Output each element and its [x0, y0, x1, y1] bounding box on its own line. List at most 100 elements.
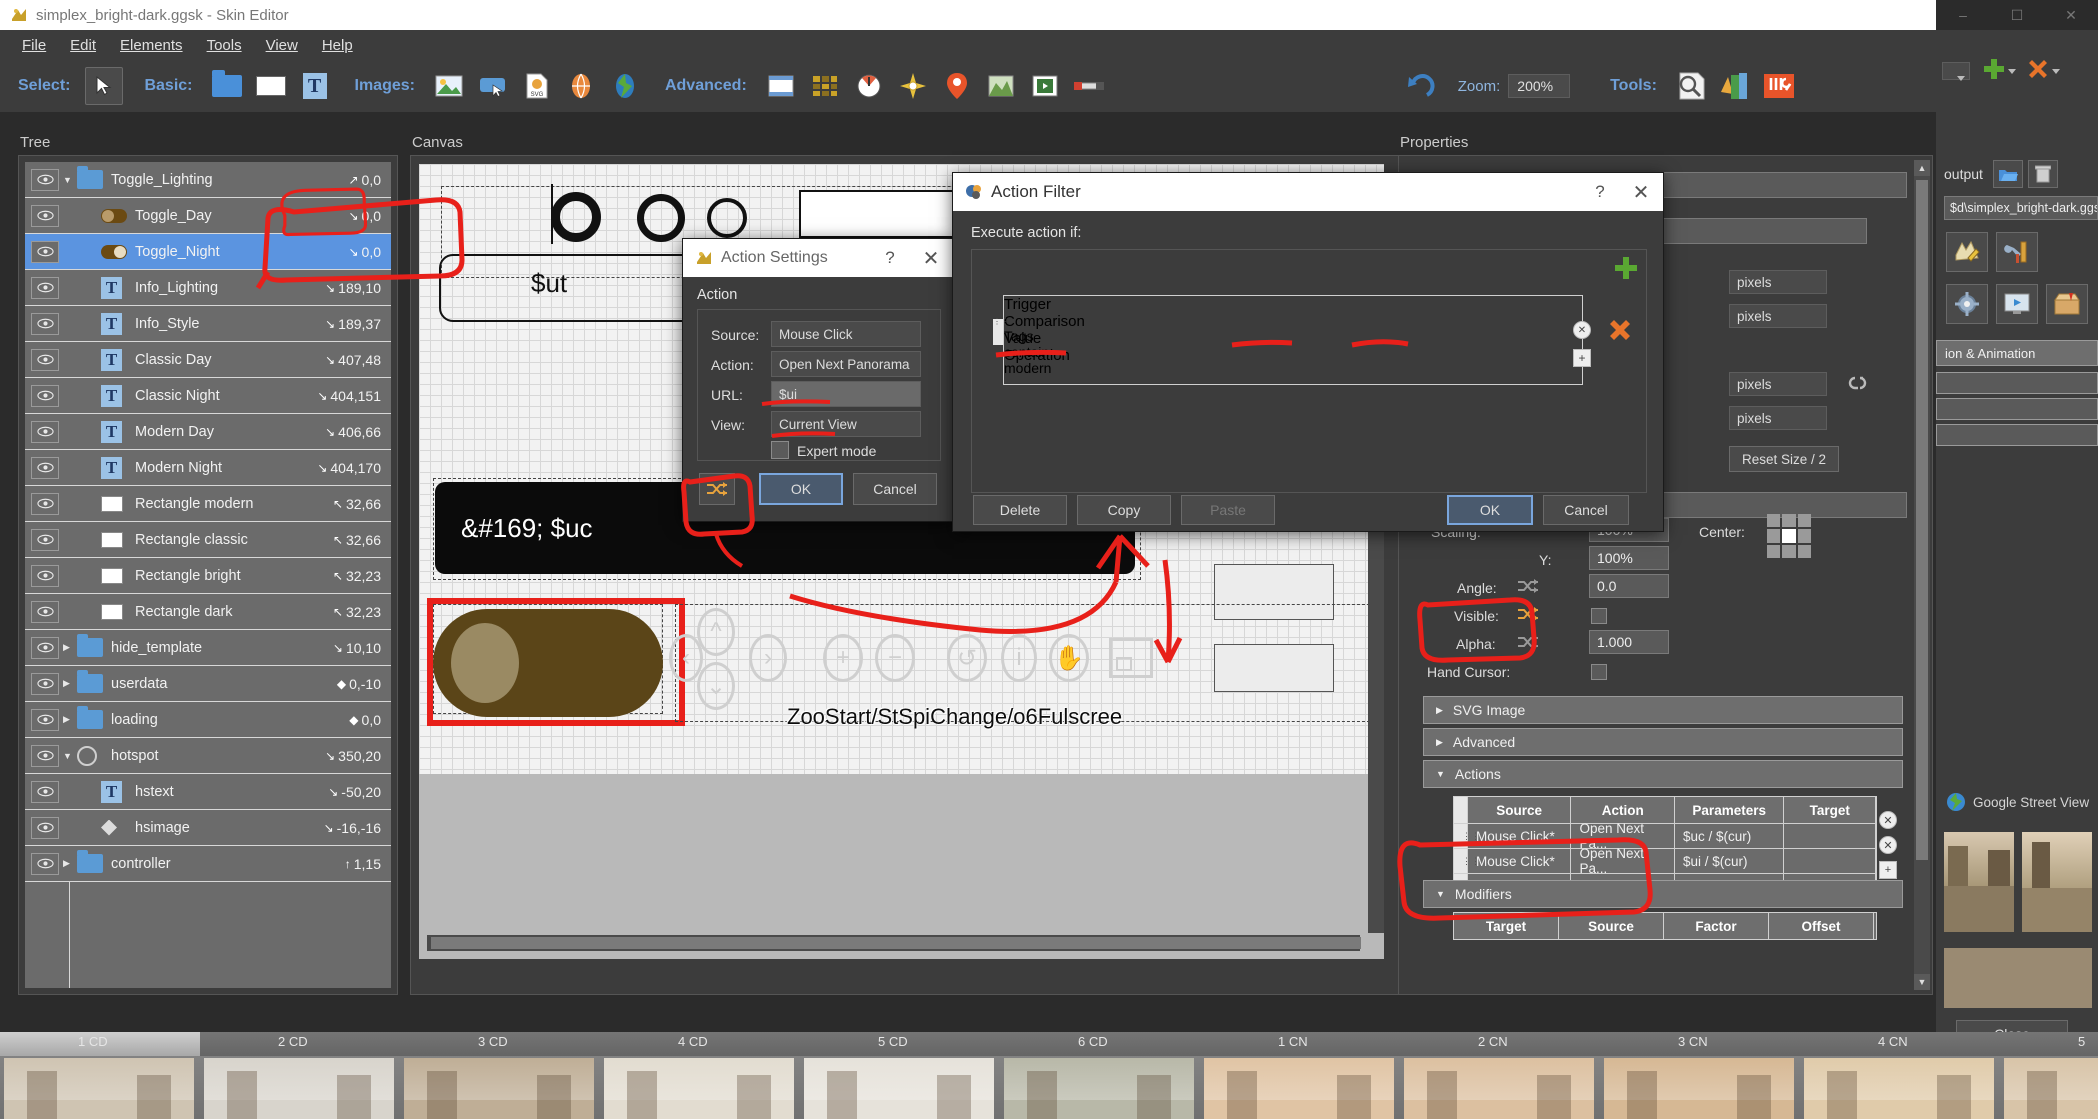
- visibility-toggle-icon[interactable]: [31, 528, 59, 551]
- visibility-toggle-icon[interactable]: [31, 816, 59, 839]
- zoom-value[interactable]: 200%: [1508, 74, 1571, 98]
- visibility-toggle-icon[interactable]: [31, 312, 59, 335]
- remove-x-icon[interactable]: [2026, 57, 2050, 86]
- visibility-toggle-icon[interactable]: [31, 672, 59, 695]
- filmstrip-tick[interactable]: 1 CD: [78, 1034, 108, 1049]
- section-advanced[interactable]: ▶ Advanced: [1423, 728, 1903, 756]
- close-icon[interactable]: ✕: [1619, 180, 1663, 205]
- right-dropdown[interactable]: [1942, 62, 1970, 81]
- delete-action-icon-1[interactable]: ✕: [1879, 811, 1897, 829]
- chevron-down-icon[interactable]: [2008, 68, 2016, 74]
- scroll-down-arrow[interactable]: ▼: [1914, 974, 1930, 990]
- anchor-grid[interactable]: [1767, 514, 1811, 558]
- scroll-up-arrow[interactable]: ▲: [1914, 160, 1930, 176]
- filter-cancel-button[interactable]: Cancel: [1543, 495, 1629, 525]
- menu-tools[interactable]: Tools: [195, 34, 254, 57]
- actions-cell-parameters[interactable]: $ui / $(cur): [1675, 849, 1785, 873]
- visibility-toggle-icon[interactable]: [31, 852, 59, 875]
- folder-icon[interactable]: [208, 67, 246, 105]
- info-icon[interactable]: i: [1001, 634, 1037, 682]
- visibility-toggle-icon[interactable]: [31, 636, 59, 659]
- link-icon[interactable]: [1847, 372, 1871, 399]
- filmstrip-thumbnail[interactable]: [1404, 1058, 1594, 1119]
- section-animation[interactable]: ion & Animation: [1936, 340, 2098, 366]
- actions-row[interactable]: ⋮⋮ Mouse Click* Open Next Pa... $ui / $(cur…: [1454, 846, 1876, 876]
- canvas-hscrollbar[interactable]: [427, 935, 1361, 951]
- filmstrip-thumbnail[interactable]: [2004, 1058, 2098, 1119]
- filmstrip-tick[interactable]: 4 CD: [678, 1034, 708, 1049]
- filter-row[interactable]: Tags contain modern: [1004, 328, 1582, 376]
- expand-caret-icon[interactable]: ▶: [63, 678, 77, 689]
- button-icon[interactable]: [474, 67, 512, 105]
- tree-row-toggle-day[interactable]: Toggle_Day ↘ 0,0: [25, 198, 391, 234]
- filmstrip-thumbnail[interactable]: [1604, 1058, 1794, 1119]
- tree-row-hide-template[interactable]: ▶ hide_template ↘ 10,10: [25, 630, 391, 666]
- expand-caret-icon[interactable]: ▼: [63, 175, 77, 185]
- filmstrip-thumbnail[interactable]: [4, 1058, 194, 1119]
- undo-icon[interactable]: [1401, 67, 1439, 105]
- action-combo[interactable]: Open Next Panorama: [771, 351, 921, 377]
- compass-icon[interactable]: [894, 67, 932, 105]
- filmstrip-ruler[interactable]: 1 CD 2 CD 3 CD 4 CD 5 CD 6 CD 1 CN 2 CN 3 CN 4 CN…: [0, 1032, 2098, 1056]
- properties-vscrollbar[interactable]: ▲ ▼: [1914, 160, 1930, 990]
- tree-row-userdata[interactable]: ▶ userdata ◆ 0,-10: [25, 666, 391, 702]
- actions-cell-source[interactable]: Mouse Click*: [1468, 824, 1572, 848]
- actions-cell-action[interactable]: Open Next Pa...: [1571, 846, 1675, 876]
- help-icon[interactable]: ?: [1581, 182, 1619, 202]
- section-row-3[interactable]: [1936, 398, 2098, 420]
- actions-row[interactable]: ⋮⋮ Mouse Click* Open Next Pa... $uc / $(cur…: [1454, 821, 1876, 851]
- actions-cell-action[interactable]: Open Next Pa...: [1571, 821, 1675, 851]
- help-icon[interactable]: ?: [871, 248, 909, 268]
- image-icon[interactable]: [430, 67, 468, 105]
- menu-file[interactable]: File: [10, 34, 58, 57]
- url-combo[interactable]: $ui: [771, 381, 921, 407]
- tree-row-toggle-lighting[interactable]: ▼ Toggle_Lighting ↗ 0,0: [25, 162, 391, 198]
- tree-row-modern-day[interactable]: T Modern Day ↘ 406,66: [25, 414, 391, 450]
- visibility-toggle-icon[interactable]: [31, 456, 59, 479]
- tree-row-hotspot[interactable]: ▼ hotspot ↘ 350,20: [25, 738, 391, 774]
- add-action-icon[interactable]: +: [1879, 861, 1897, 879]
- filter-copy-button[interactable]: Copy: [1077, 495, 1171, 525]
- alpha-spin[interactable]: 1.000: [1589, 630, 1669, 654]
- filmstrip-tick[interactable]: 2 CN: [1478, 1034, 1508, 1049]
- globe-icon[interactable]: [562, 67, 600, 105]
- menu-edit[interactable]: Edit: [58, 34, 108, 57]
- filmstrip-tick[interactable]: 1 CN: [1278, 1034, 1308, 1049]
- preview-icon[interactable]: [1996, 284, 2038, 324]
- tiles-icon[interactable]: [982, 67, 1020, 105]
- y-scale-spin[interactable]: 100%: [1589, 546, 1669, 570]
- chevron-up-icon[interactable]: ^: [697, 608, 735, 656]
- visibility-toggle-icon[interactable]: [31, 384, 59, 407]
- visibility-toggle-icon[interactable]: [31, 240, 59, 263]
- hand-icon[interactable]: ✋: [1049, 634, 1089, 682]
- layout-icon[interactable]: [762, 67, 800, 105]
- tree-row-controller[interactable]: ▶ controller ↑ 1,15: [25, 846, 391, 882]
- action-settings-ok-button[interactable]: OK: [759, 473, 843, 505]
- filmstrip-thumbnail[interactable]: [1804, 1058, 1994, 1119]
- minimize-button[interactable]: –: [1936, 0, 1990, 30]
- close-button[interactable]: ✕: [2044, 0, 2098, 30]
- row-grip[interactable]: ⋮⋮: [1454, 824, 1480, 848]
- angle-spin[interactable]: 0.0: [1589, 574, 1669, 598]
- units-combo-2[interactable]: pixels: [1729, 304, 1827, 328]
- section-modifiers[interactable]: ▼ Modifiers: [1423, 880, 1903, 908]
- trash-icon[interactable]: [2027, 160, 2058, 188]
- source-combo[interactable]: Mouse Click: [771, 321, 921, 347]
- tree-row-hstext[interactable]: Thstext ↘ -50,20: [25, 774, 391, 810]
- tree-list[interactable]: ▼ Toggle_Lighting ↗ 0,0 Toggle_Day ↘ 0,0 Toggle…: [25, 162, 391, 988]
- filmstrip-tick[interactable]: 2 CD: [278, 1034, 308, 1049]
- section-row-4[interactable]: [1936, 424, 2098, 446]
- svg-file-icon[interactable]: SVG: [518, 67, 556, 105]
- expand-caret-icon[interactable]: ▶: [63, 858, 77, 869]
- visibility-toggle-icon[interactable]: [31, 708, 59, 731]
- tree-row-loading[interactable]: ▶ loading ◆ 0,0: [25, 702, 391, 738]
- filmstrip-tick[interactable]: 5: [2078, 1034, 2085, 1049]
- rectangle-icon[interactable]: [252, 67, 290, 105]
- visibility-toggle-icon[interactable]: [31, 420, 59, 443]
- menu-help[interactable]: Help: [310, 34, 365, 57]
- filmstrip-thumbnail[interactable]: [804, 1058, 994, 1119]
- actions-cell-target[interactable]: [1784, 824, 1876, 848]
- menu-view[interactable]: View: [254, 34, 310, 57]
- expand-caret-icon[interactable]: ▼: [63, 751, 77, 761]
- expand-caret-icon[interactable]: ▶: [63, 714, 77, 725]
